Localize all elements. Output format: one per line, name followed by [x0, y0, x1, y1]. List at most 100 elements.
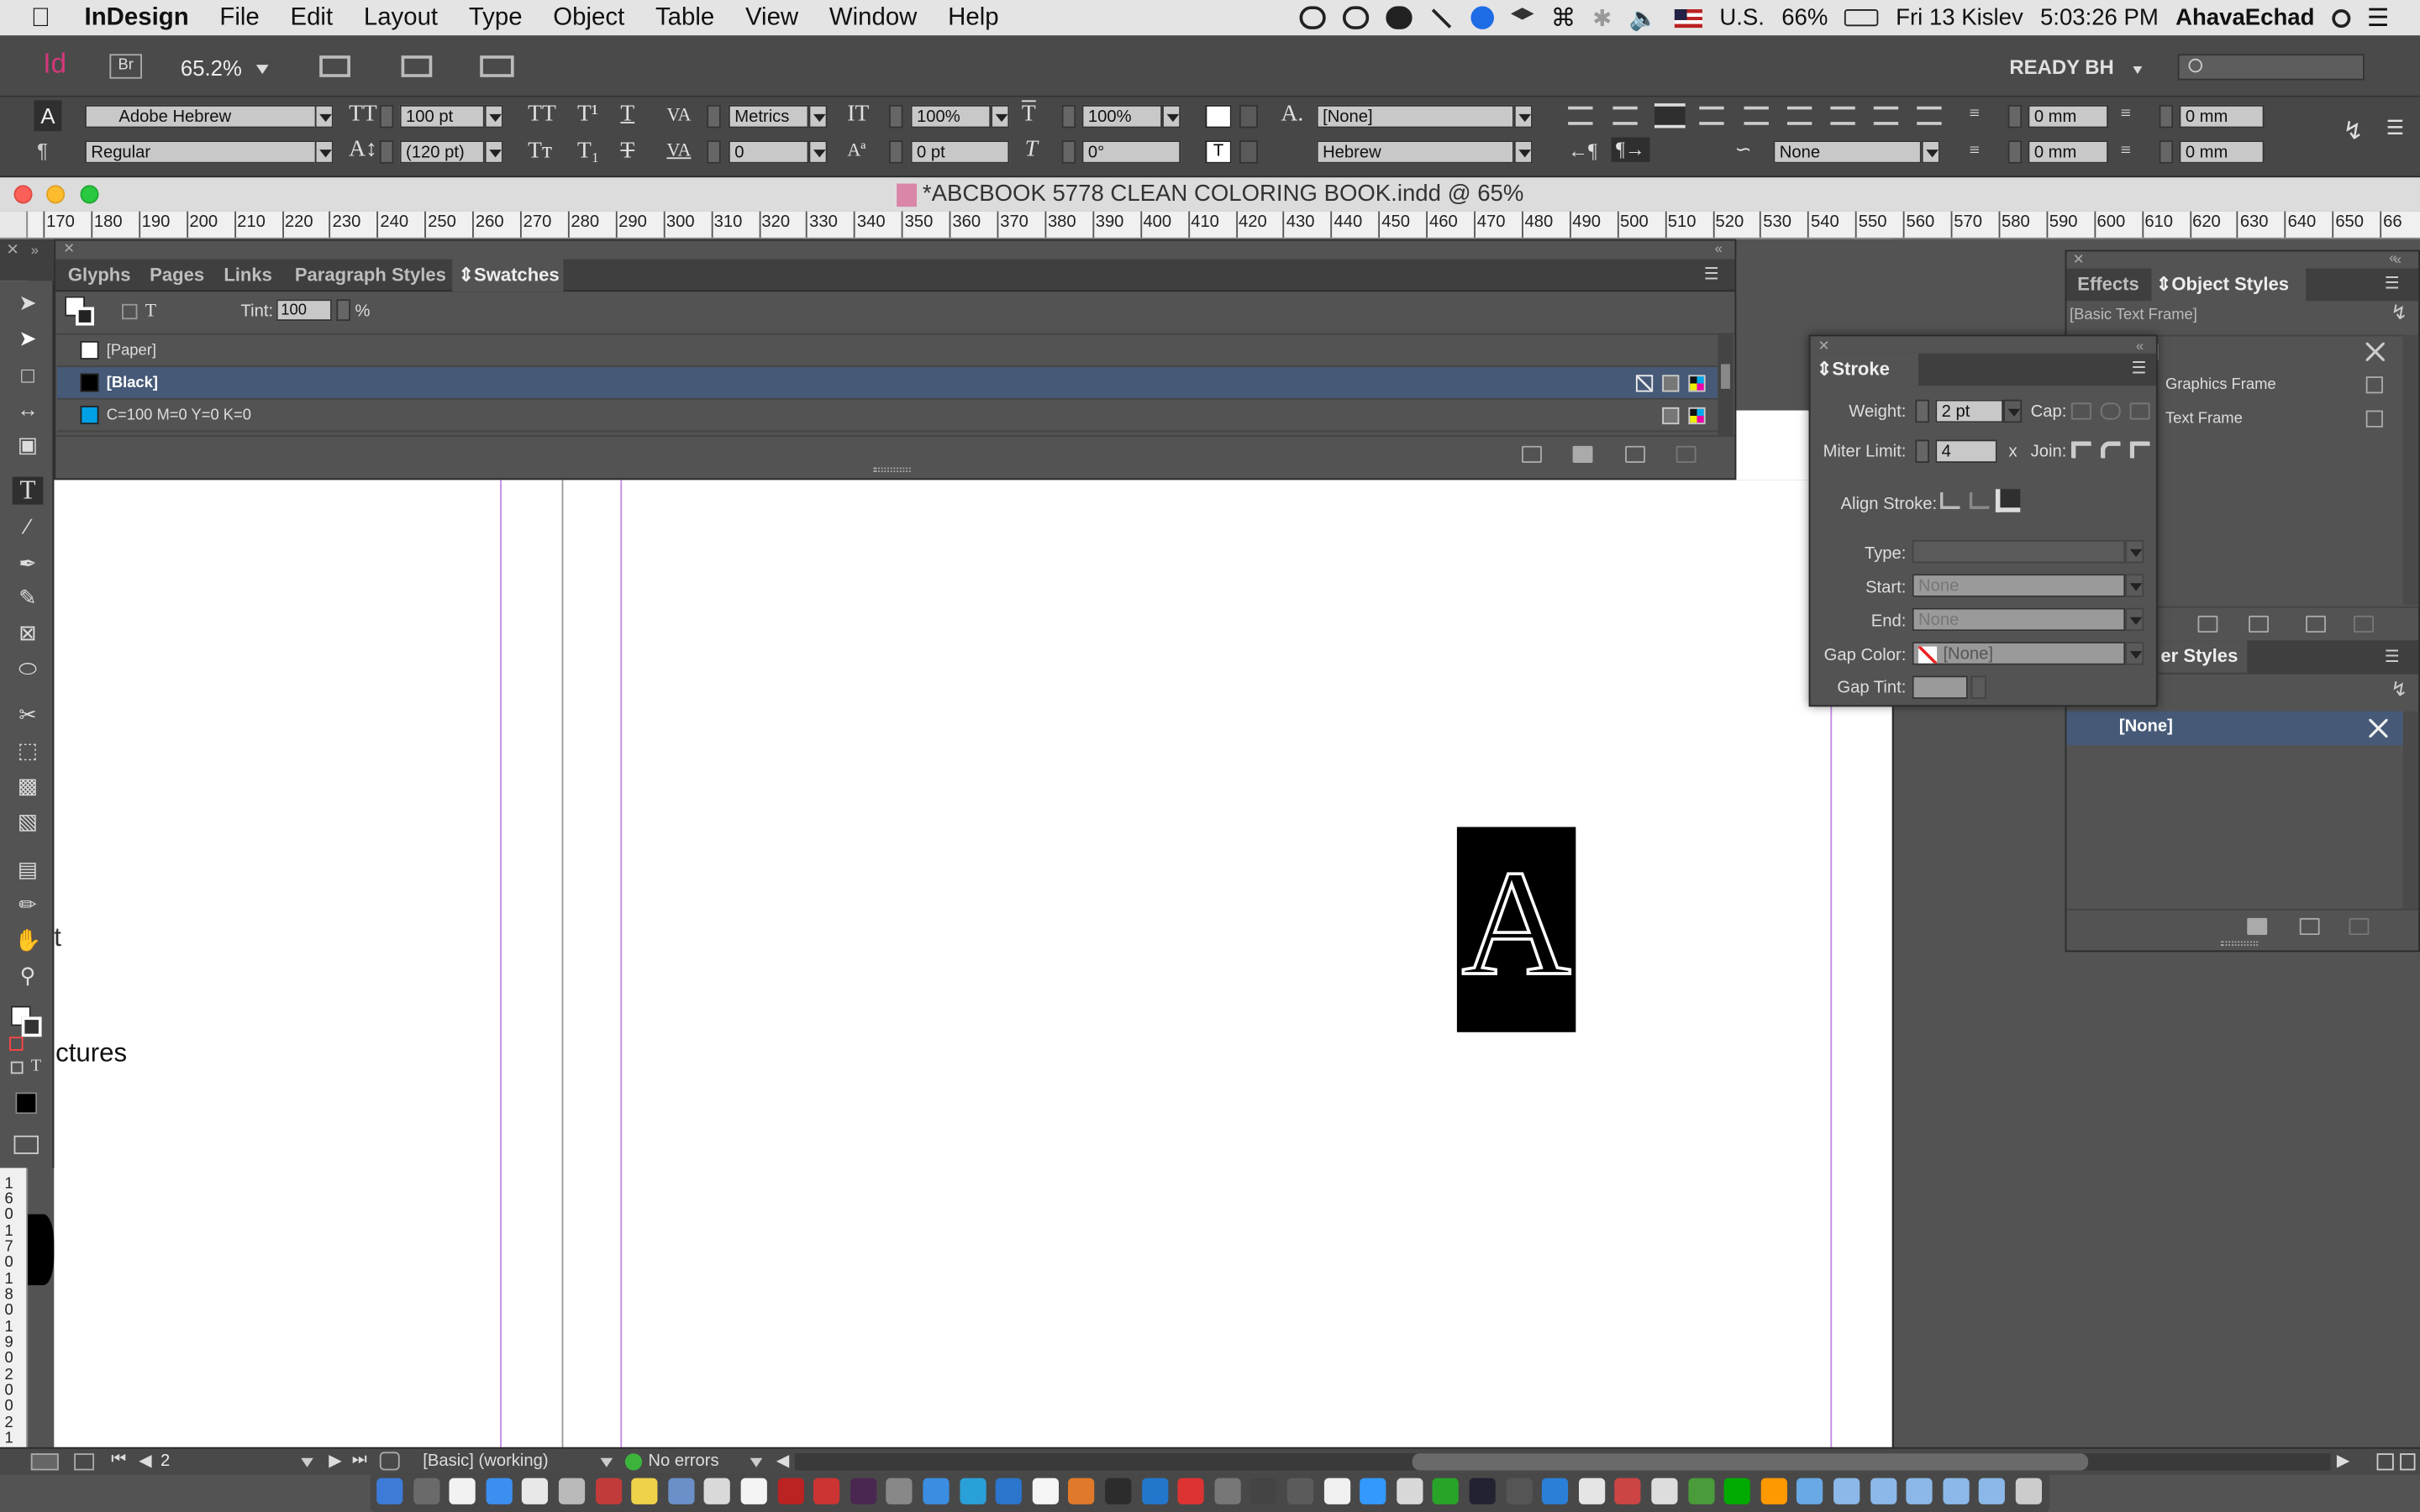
notification-center-icon[interactable]: ☰ — [2367, 3, 2389, 34]
tab-effects[interactable]: Effects — [2077, 269, 2139, 302]
panel-close-icon[interactable]: ✕ — [63, 241, 75, 258]
text-format-icon[interactable]: T — [145, 299, 156, 323]
stroke-type-icon[interactable]: T — [1205, 140, 1232, 164]
menu-layout[interactable]: Layout — [348, 4, 453, 32]
clear-overrides-icon[interactable] — [2197, 615, 2218, 633]
gap-tint-field[interactable] — [1912, 675, 1968, 700]
tint-field[interactable]: 100 — [276, 299, 332, 322]
language-field[interactable]: Hebrew — [1316, 140, 1514, 164]
bevel-join-icon[interactable] — [2129, 441, 2150, 459]
dock-app-icon[interactable] — [1578, 1478, 1605, 1504]
workspace-dropdown-icon[interactable] — [2133, 66, 2143, 75]
dock-app-icon[interactable] — [1396, 1478, 1423, 1504]
delete-swatch-icon[interactable] — [1676, 445, 1697, 464]
search-field[interactable] — [2177, 54, 2365, 81]
paragraph-mode-button[interactable]: ¶ — [37, 139, 48, 162]
kerning-stepper[interactable] — [707, 104, 721, 129]
panel-close-icon[interactable]: ✕ — [1818, 338, 1830, 354]
butt-cap-icon[interactable] — [2070, 402, 2091, 420]
vertical-scale-stepper[interactable] — [888, 104, 903, 129]
left-indent-stepper[interactable] — [2007, 104, 2023, 129]
horizontal-scrollbar-thumb[interactable] — [1412, 1453, 2089, 1471]
screen-mode-icon[interactable] — [13, 1135, 39, 1154]
align-away-spine-button[interactable] — [1917, 106, 1942, 125]
clear-attributes-icon[interactable] — [2249, 615, 2269, 633]
ruler-origin[interactable] — [0, 211, 29, 239]
miter-join-icon[interactable] — [2070, 441, 2091, 459]
last-page-icon[interactable]: ⏭ — [352, 1451, 367, 1471]
font-family-field[interactable]: Adobe Hebrew — [85, 104, 317, 129]
dock-app-icon[interactable] — [1250, 1478, 1277, 1504]
document-page[interactable]: A t ctures — [28, 472, 1892, 1451]
menu-table[interactable]: Table — [640, 4, 730, 32]
miter-limit-field[interactable]: 4 — [1935, 439, 1997, 464]
delete-style-icon[interactable] — [2349, 917, 2370, 936]
skew-stepper[interactable] — [1061, 140, 1076, 164]
ltr-paragraph-button[interactable]: ¶→ — [1611, 137, 1650, 162]
font-size-field[interactable]: 100 pt — [399, 104, 485, 129]
creative-cloud-icon[interactable] — [1299, 6, 1326, 29]
space-before-field[interactable]: 0 mm — [2028, 140, 2108, 164]
paragraph-option-dropdown[interactable] — [1921, 140, 1940, 164]
gap-tint-arrow[interactable] — [1970, 675, 1986, 700]
dock-app-icon[interactable] — [1177, 1478, 1204, 1504]
preflight-icon[interactable] — [30, 1453, 59, 1471]
vertical-scale-dropdown[interactable] — [991, 104, 1010, 129]
style-item[interactable]: Graphics Frame — [2165, 376, 2276, 393]
zoom-dropdown-icon[interactable] — [255, 65, 269, 75]
horizontal-scale-field[interactable]: 100% — [1081, 104, 1163, 129]
ellipse-tool-icon[interactable]: ⬭ — [13, 654, 44, 682]
first-page-icon[interactable]: ⏮ — [111, 1451, 126, 1471]
preflight-profile[interactable]: [Basic] (working) — [423, 1452, 548, 1470]
fill-swatch[interactable] — [1205, 104, 1232, 129]
baseline-shift-stepper[interactable] — [888, 140, 903, 164]
skew-field[interactable]: 0° — [1081, 140, 1181, 164]
dock-app-icon[interactable] — [1214, 1478, 1241, 1504]
panel-collapse-icon[interactable]: « — [2136, 338, 2144, 353]
tab-object-styles[interactable]: ⇕Object Styles — [2151, 268, 2307, 302]
font-style-dropdown[interactable] — [314, 140, 334, 164]
scissors-tool-icon[interactable]: ✂ — [13, 701, 44, 728]
font-size-dropdown[interactable] — [484, 104, 503, 129]
dock-app-icon[interactable] — [667, 1478, 695, 1504]
stroke-proxy-icon[interactable] — [76, 307, 95, 326]
vertical-scale-field[interactable]: 100% — [910, 104, 992, 129]
dock-app-icon[interactable] — [886, 1478, 913, 1504]
dock-app-icon[interactable] — [631, 1478, 658, 1504]
new-color-group-icon[interactable] — [1572, 445, 1593, 464]
miter-limit-stepper[interactable] — [1915, 439, 1929, 464]
page-tool-icon[interactable]: □ — [13, 361, 44, 389]
volume-icon[interactable]: 🔈 — [1629, 4, 1658, 32]
dock-app-icon[interactable] — [850, 1478, 876, 1504]
panel-resize-grip[interactable] — [2221, 941, 2259, 946]
font-family-dropdown[interactable] — [314, 104, 334, 129]
weight-dropdown[interactable] — [2003, 399, 2023, 423]
dock-app-icon[interactable] — [1979, 1478, 2006, 1504]
dock-app-icon[interactable] — [1870, 1478, 1897, 1504]
dock-app-icon[interactable] — [1286, 1478, 1314, 1504]
show-swatch-kinds-icon[interactable] — [1522, 445, 1542, 464]
justify-right-button[interactable] — [1786, 106, 1812, 125]
dock-app-icon[interactable] — [813, 1478, 840, 1504]
wifi-icon[interactable]: ⌘ — [1551, 3, 1576, 34]
tab-stroke[interactable]: ⇕Stroke — [1810, 353, 1919, 386]
page-options-icon[interactable] — [379, 1452, 400, 1471]
rtl-paragraph-button[interactable]: ←¶ — [1568, 139, 1597, 163]
dock-app-icon[interactable] — [959, 1478, 986, 1504]
weight-stepper[interactable] — [1915, 399, 1929, 423]
dock-app-icon[interactable] — [1614, 1478, 1642, 1504]
new-style-group-icon[interactable] — [2247, 917, 2268, 936]
panel-menu-icon[interactable]: ☰ — [1704, 264, 1719, 284]
style-list-scrollbar[interactable] — [2402, 334, 2419, 605]
horizontal-scale-dropdown[interactable] — [1162, 104, 1181, 129]
space-after-stepper[interactable] — [2159, 140, 2174, 164]
dock-app-icon[interactable] — [740, 1478, 767, 1504]
clock[interactable]: 5:03:26 PM — [2040, 5, 2159, 31]
dock-app-icon[interactable] — [1906, 1478, 1933, 1504]
view-mode-icon[interactable] — [2376, 1453, 2394, 1471]
menu-help[interactable]: Help — [933, 4, 1014, 32]
dock-app-icon[interactable] — [1943, 1478, 1970, 1504]
quick-apply-icon[interactable]: ↯ — [2391, 677, 2407, 701]
swatch-scroll-thumb[interactable] — [1720, 364, 1730, 389]
menu-view[interactable]: View — [730, 4, 814, 32]
